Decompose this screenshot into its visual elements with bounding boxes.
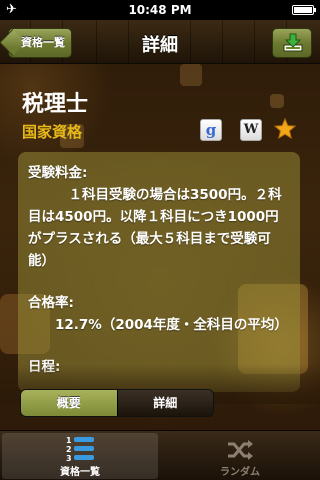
star-icon[interactable] — [274, 118, 296, 140]
battery-icon — [292, 5, 316, 15]
navigation-bar: 資格一覧 詳細 — [0, 20, 320, 64]
download-button[interactable] — [272, 28, 312, 58]
qualification-category: 国家資格 — [22, 123, 83, 141]
status-time: 10:48 PM — [128, 3, 192, 17]
svg-text:2: 2 — [66, 445, 72, 454]
back-button[interactable]: 資格一覧 — [0, 28, 72, 58]
info-panel: 受験料金: １科目受験の場合は3500円。２科目は4500円。以降１科目につき1… — [18, 152, 300, 392]
svg-text:1: 1 — [66, 436, 72, 445]
back-button-label: 資格一覧 — [21, 36, 65, 49]
qualification-title: 税理士 — [22, 92, 89, 117]
segment-summary[interactable]: 概要 — [21, 390, 117, 416]
google-search-icon[interactable]: g — [200, 119, 222, 141]
tab-list-label: 資格一覧 — [60, 467, 100, 478]
background-bokeh — [180, 64, 202, 86]
list-icon: 1 2 3 — [66, 436, 94, 463]
detail-content[interactable]: 税理士 国家資格 g W 受験料金: １科目受験の場合は3500円。２科目は45… — [0, 64, 320, 430]
pass-rate-label: 合格率: — [28, 295, 74, 311]
tab-list[interactable]: 1 2 3 資格一覧 — [0, 431, 160, 480]
tab-bar: 1 2 3 資格一覧 ランダム — [0, 430, 320, 480]
fee-label: 受験料金: — [28, 165, 88, 181]
svg-text:3: 3 — [66, 454, 72, 463]
wikipedia-icon[interactable]: W — [240, 119, 262, 141]
download-icon — [283, 33, 303, 52]
background-bokeh — [270, 94, 284, 108]
tab-random[interactable]: ランダム — [160, 431, 320, 480]
page-title: 詳細 — [142, 35, 178, 56]
segment-detail[interactable]: 詳細 — [116, 390, 213, 416]
shuffle-icon — [228, 440, 253, 460]
status-bar: ✈ 10:48 PM — [0, 0, 320, 20]
fee-text: １科目受験の場合は3500円。２科目は4500円。以降１科目につき1000円がプ… — [28, 187, 282, 269]
segment-control[interactable]: 概要 詳細 — [20, 389, 214, 417]
tab-random-label: ランダム — [220, 467, 260, 478]
pass-rate-text: 12.7%（2004年度・全科目の平均） — [55, 317, 288, 333]
